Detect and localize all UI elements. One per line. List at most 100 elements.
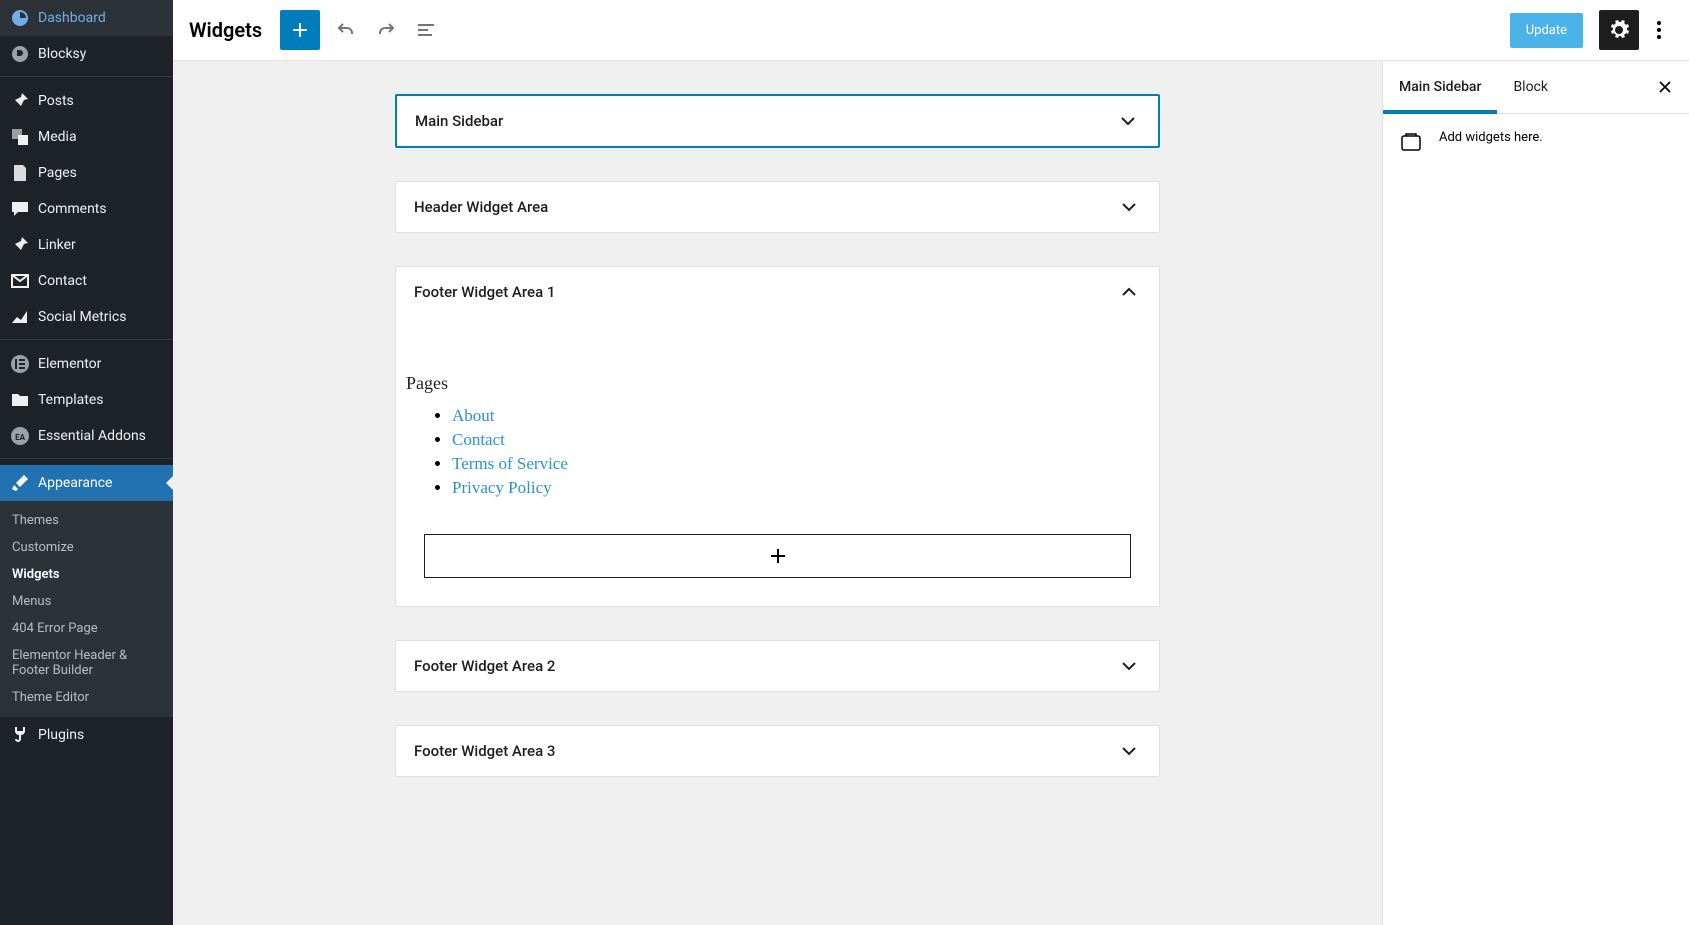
page-icon — [10, 163, 30, 183]
folder-icon — [10, 390, 30, 410]
menu-comments[interactable]: Comments — [0, 191, 173, 227]
menu-media[interactable]: Media — [0, 119, 173, 155]
page-link-about[interactable]: About — [452, 406, 495, 425]
submenu-theme-editor[interactable]: Theme Editor — [0, 684, 173, 711]
pin-icon — [10, 235, 30, 255]
menu-label: Elementor — [38, 356, 101, 372]
menu-label: Dashboard — [38, 10, 106, 26]
blocksy-icon — [10, 44, 30, 64]
submenu-header-footer-builder[interactable]: Elementor Header & Footer Builder — [0, 642, 173, 684]
panel-message: Add widgets here. — [1439, 130, 1543, 145]
elementor-icon — [10, 354, 30, 374]
widget-area-header[interactable]: Footer Widget Area 2 — [396, 641, 1159, 691]
submenu-404[interactable]: 404 Error Page — [0, 615, 173, 642]
menu-label: Media — [38, 129, 77, 145]
admin-sidebar: Dashboard Blocksy Posts Media Pages Co — [0, 0, 173, 925]
widget-area-icon — [1399, 130, 1423, 154]
widget-area-header-widget[interactable]: Header Widget Area — [395, 181, 1160, 233]
panel-tabs: Main Sidebar Block — [1383, 61, 1689, 114]
media-icon — [10, 127, 30, 147]
list-item: Privacy Policy — [452, 476, 1141, 500]
menu-label: Comments — [38, 201, 107, 217]
page-link-privacy[interactable]: Privacy Policy — [452, 478, 552, 497]
menu-linker[interactable]: Linker — [0, 227, 173, 263]
submenu-menus[interactable]: Menus — [0, 588, 173, 615]
menu-label: Contact — [38, 273, 87, 289]
submenu-widgets[interactable]: Widgets — [0, 561, 173, 588]
menu-separator — [0, 72, 173, 77]
chart-icon — [10, 307, 30, 327]
undo-button[interactable] — [326, 10, 366, 50]
widget-area-footer-1[interactable]: Footer Widget Area 1 Pages About Contact… — [395, 266, 1160, 607]
add-block-appender[interactable] — [424, 534, 1131, 578]
menu-contact[interactable]: Contact — [0, 263, 173, 299]
chevron-down-icon — [1117, 195, 1141, 219]
widget-area-title: Footer Widget Area 2 — [414, 657, 555, 675]
menu-pages[interactable]: Pages — [0, 155, 173, 191]
widget-canvas: Main Sidebar Header Widget Area Footer W… — [173, 61, 1382, 925]
menu-templates[interactable]: Templates — [0, 382, 173, 418]
widget-area-main-sidebar[interactable]: Main Sidebar — [395, 94, 1160, 148]
menu-label: Social Metrics — [38, 309, 126, 325]
widget-area-header[interactable]: Footer Widget Area 1 — [396, 267, 1159, 317]
brush-icon — [10, 473, 30, 493]
menu-label: Posts — [38, 93, 74, 109]
widget-area-title: Main Sidebar — [415, 112, 503, 130]
list-item: Contact — [452, 428, 1141, 452]
list-item: Terms of Service — [452, 452, 1141, 476]
pages-list: About Contact Terms of Service Privacy P… — [452, 404, 1141, 500]
comment-icon — [10, 199, 30, 219]
menu-appearance[interactable]: Appearance — [0, 465, 173, 501]
add-block-button[interactable] — [280, 10, 320, 50]
widget-area-footer-2[interactable]: Footer Widget Area 2 — [395, 640, 1160, 692]
submenu-customize[interactable]: Customize — [0, 534, 173, 561]
menu-label: Essential Addons — [38, 428, 146, 444]
mail-icon — [10, 271, 30, 291]
panel-body: Add widgets here. — [1383, 114, 1689, 170]
menu-posts[interactable]: Posts — [0, 83, 173, 119]
menu-essential-addons[interactable]: EA Essential Addons — [0, 418, 173, 454]
menu-dashboard[interactable]: Dashboard — [0, 0, 173, 36]
plug-icon — [10, 725, 30, 745]
menu-label: Pages — [38, 165, 77, 181]
more-options-button[interactable] — [1645, 10, 1673, 50]
menu-label: Plugins — [38, 727, 84, 743]
menu-label: Blocksy — [38, 46, 86, 62]
pages-block-heading[interactable]: Pages — [406, 373, 1141, 394]
chevron-down-icon — [1117, 654, 1141, 678]
settings-button[interactable] — [1599, 10, 1639, 50]
page-link-tos[interactable]: Terms of Service — [452, 454, 568, 473]
submenu-themes[interactable]: Themes — [0, 507, 173, 534]
menu-label: Templates — [38, 392, 104, 408]
appearance-submenu: Themes Customize Widgets Menus 404 Error… — [0, 501, 173, 717]
widget-area-header[interactable]: Main Sidebar — [397, 96, 1158, 146]
page-title: Widgets — [189, 18, 262, 42]
menu-separator — [0, 454, 173, 459]
widget-area-title: Footer Widget Area 3 — [414, 742, 555, 760]
widget-area-header[interactable]: Header Widget Area — [396, 182, 1159, 232]
widget-area-footer-3[interactable]: Footer Widget Area 3 — [395, 725, 1160, 777]
pin-icon — [10, 91, 30, 111]
menu-elementor[interactable]: Elementor — [0, 346, 173, 382]
tab-widget-area[interactable]: Main Sidebar — [1383, 61, 1497, 113]
widget-area-header[interactable]: Footer Widget Area 3 — [396, 726, 1159, 776]
close-panel-button[interactable] — [1653, 75, 1677, 99]
chevron-down-icon — [1117, 739, 1141, 763]
widget-area-title: Header Widget Area — [414, 198, 548, 216]
chevron-up-icon — [1117, 280, 1141, 304]
ea-icon: EA — [10, 426, 30, 446]
widget-area-body: Pages About Contact Terms of Service Pri… — [396, 317, 1159, 606]
update-button[interactable]: Update — [1510, 13, 1583, 48]
menu-plugins[interactable]: Plugins — [0, 717, 173, 753]
menu-separator — [0, 335, 173, 340]
menu-label: Linker — [38, 237, 76, 253]
menu-blocksy[interactable]: Blocksy — [0, 36, 173, 72]
settings-panel: Main Sidebar Block Add widgets here. — [1382, 61, 1689, 925]
menu-social-metrics[interactable]: Social Metrics — [0, 299, 173, 335]
list-view-button[interactable] — [406, 10, 446, 50]
editor-toolbar: Widgets Update — [173, 0, 1689, 61]
redo-button[interactable] — [366, 10, 406, 50]
dashboard-icon — [10, 8, 30, 28]
page-link-contact[interactable]: Contact — [452, 430, 505, 449]
tab-block[interactable]: Block — [1497, 61, 1564, 113]
